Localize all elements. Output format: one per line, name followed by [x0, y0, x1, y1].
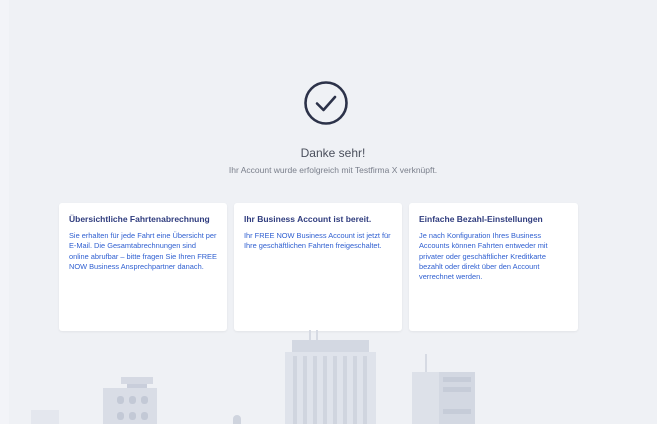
confirmation-page: Danke sehr! Ihr Account wurde erfolgreic…	[9, 0, 657, 424]
city-skyline-illustration	[31, 330, 475, 424]
confirmation-title: Danke sehr!	[300, 146, 366, 160]
check-circle-icon	[304, 81, 348, 125]
card-title: Übersichtliche Fahrtenabrechnung	[69, 214, 210, 224]
card-text: Sie erhalten für jede Fahrt eine Übersic…	[69, 231, 217, 271]
card-text: Je nach Konfiguration Ihres Business Acc…	[419, 231, 548, 282]
confirmation-subtitle: Ihr Account wurde erfolgreich mit Testfi…	[228, 165, 438, 175]
card-title: Ihr Business Account ist bereit.	[244, 214, 372, 224]
info-card-billing: Übersichtliche Fahrtenabrechnung Sie erh…	[59, 203, 227, 331]
info-card-payment-settings: Einfache Bezahl-Einstellungen Je nach Ko…	[409, 203, 578, 331]
info-card-account-ready: Ihr Business Account ist bereit. Ihr FRE…	[234, 203, 402, 331]
card-text: Ihr FREE NOW Business Account ist jetzt …	[244, 231, 391, 251]
card-title: Einfache Bezahl-Einstellungen	[419, 214, 543, 224]
